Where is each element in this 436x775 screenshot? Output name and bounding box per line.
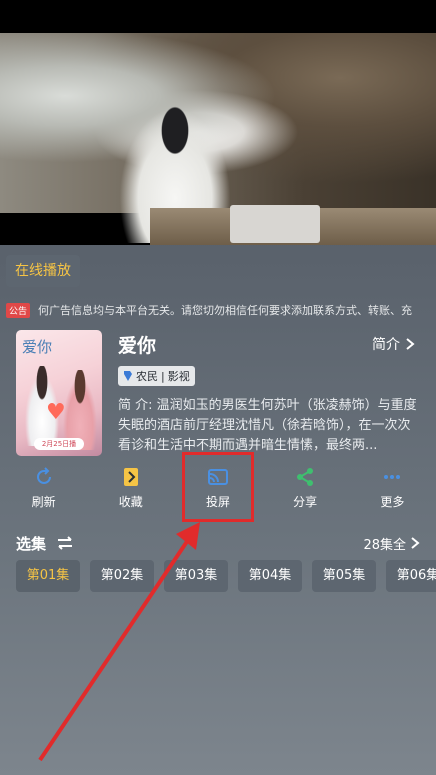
- show-title: 爱你: [118, 335, 157, 357]
- video-frame: [0, 33, 436, 245]
- episode-list: 第01集 第02集 第03集 第04集 第05集 第06集: [16, 560, 436, 592]
- online-play-button[interactable]: 在线播放: [6, 255, 80, 287]
- show-poster[interactable]: 爱你 ♥ 2月25日播: [16, 330, 102, 456]
- episodes-total-link[interactable]: 28集全: [363, 534, 420, 553]
- notice-tag: 公告: [6, 302, 31, 318]
- bookmark-icon: [120, 466, 142, 488]
- swap-order-icon[interactable]: [56, 536, 74, 550]
- action-bar: 刷新 收藏 投屏 分享 更多: [0, 466, 436, 526]
- video-player[interactable]: [0, 0, 436, 245]
- more-button[interactable]: 更多: [357, 466, 427, 526]
- episode-item[interactable]: 第02集: [90, 560, 154, 592]
- cast-button[interactable]: 投屏: [183, 466, 253, 526]
- episode-item[interactable]: 第01集: [16, 560, 80, 592]
- intro-label: 简介: [372, 337, 400, 353]
- intro-link[interactable]: 简介: [372, 334, 416, 354]
- cast-label: 投屏: [205, 495, 230, 509]
- poster-date: 2月25日播: [34, 438, 84, 450]
- heart-icon: ♥: [46, 400, 66, 425]
- episode-item[interactable]: 第03集: [164, 560, 228, 592]
- episode-item[interactable]: 第05集: [312, 560, 376, 592]
- episodes-title: 选集: [16, 534, 47, 553]
- episodes-header: 选集 28集全: [16, 532, 420, 554]
- more-icon: [381, 466, 403, 488]
- share-button[interactable]: 分享: [270, 466, 340, 526]
- video-monitor: [230, 205, 320, 243]
- chevron-right-icon: [406, 338, 415, 350]
- tag-separator: |: [161, 369, 165, 383]
- refresh-label: 刷新: [31, 495, 56, 509]
- favorite-label: 收藏: [118, 495, 143, 509]
- notice-text: 何广告信息均与本平台无关。请您切勿相信任何要求添加联系方式、转账、充: [38, 304, 413, 317]
- cast-icon: [207, 466, 229, 488]
- poster-title: 爱你: [22, 338, 53, 356]
- episode-item[interactable]: 第04集: [238, 560, 302, 592]
- show-tags: 农民 | 影视: [118, 366, 195, 386]
- refresh-icon: [33, 466, 55, 488]
- favorite-button[interactable]: 收藏: [96, 466, 166, 526]
- notice-bar: 公告 何广告信息均与本平台无关。请您切勿相信任何要求添加联系方式、转账、充: [0, 300, 436, 320]
- share-icon: [294, 466, 316, 488]
- show-description: 简 介: 温润如玉的男医生何苏叶（张凌赫饰）与重度失眠的酒店前厅经理沈惜凡（徐若…: [118, 398, 417, 453]
- chevron-right-icon: [411, 537, 420, 549]
- episode-item[interactable]: 第06集: [386, 560, 436, 592]
- tag-film: 影视: [167, 370, 190, 383]
- refresh-button[interactable]: 刷新: [9, 466, 79, 526]
- tag-farmer: 农民: [136, 370, 158, 383]
- more-label: 更多: [380, 495, 405, 509]
- episodes-total: 28集全: [363, 537, 406, 553]
- share-label: 分享: [293, 495, 318, 509]
- tag-icon: [124, 371, 132, 381]
